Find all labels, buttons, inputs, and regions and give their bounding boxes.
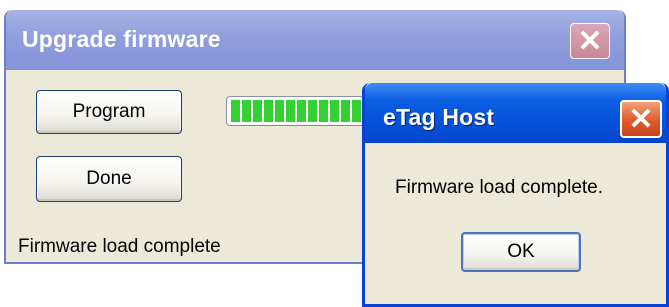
program-button[interactable]: Program: [36, 90, 182, 134]
upgrade-window-title: Upgrade firmware: [22, 26, 221, 52]
ok-button[interactable]: OK: [461, 232, 581, 272]
close-icon: ✕: [628, 102, 654, 136]
upgrade-window-close-button[interactable]: ✕: [570, 23, 610, 59]
upgrade-window-titlebar[interactable]: Upgrade firmware ✕: [6, 10, 624, 70]
etag-host-dialog: eTag Host ✕ Firmware load complete. OK: [362, 83, 669, 307]
status-label: Firmware load complete: [18, 236, 221, 257]
dialog-close-button[interactable]: ✕: [620, 100, 662, 138]
dialog-message: Firmware load complete.: [395, 177, 604, 198]
dialog-titlebar[interactable]: eTag Host ✕: [365, 83, 666, 143]
done-button[interactable]: Done: [36, 156, 182, 202]
dialog-title: eTag Host: [383, 104, 495, 130]
close-icon: ✕: [577, 24, 603, 58]
dialog-body: Firmware load complete. OK: [365, 143, 666, 304]
